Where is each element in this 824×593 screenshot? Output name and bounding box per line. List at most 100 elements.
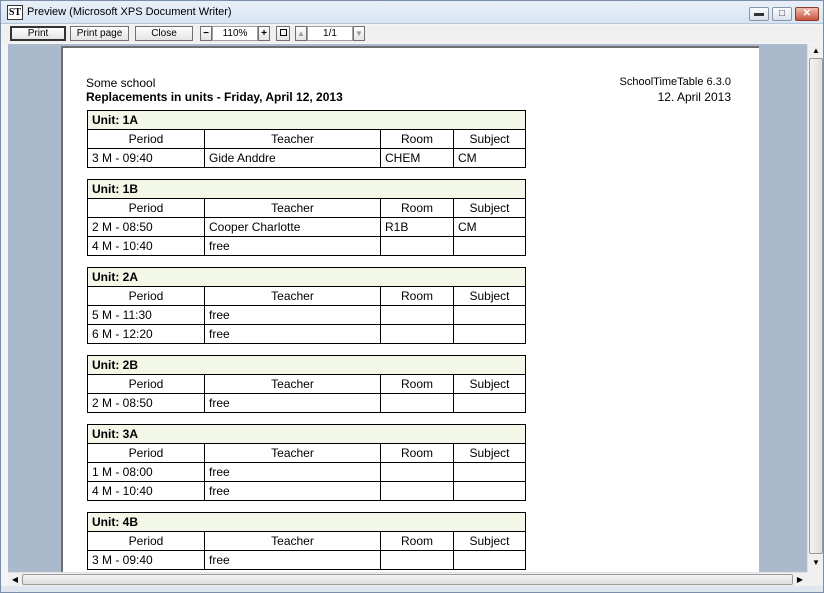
table-row: 3 M - 09:40 free	[87, 550, 526, 570]
close-button[interactable]: Close	[135, 26, 193, 41]
teacher-cell: free	[204, 324, 381, 344]
report-title: Replacements in units - Friday, April 12…	[86, 90, 343, 104]
room-header: Room	[380, 129, 454, 149]
zoom-in-button[interactable]: +	[258, 26, 270, 41]
scroll-up-button[interactable]: ▲	[808, 44, 824, 58]
room-cell	[380, 481, 454, 501]
period-cell: 2 M - 08:50	[87, 393, 205, 413]
fit-page-icon	[279, 29, 287, 36]
room-header: Room	[380, 286, 454, 306]
table-row: 2 M - 08:50 Cooper Charlotte R1B CM	[87, 217, 526, 237]
room-cell	[380, 236, 454, 256]
header-row: Period Teacher Room Subject	[87, 198, 526, 218]
scroll-down-icon: ▼	[812, 558, 820, 567]
size-grip	[807, 572, 823, 586]
page-number-field[interactable]: 1/1	[307, 26, 353, 41]
school-name: Some school	[86, 76, 156, 90]
teacher-cell: free	[204, 305, 381, 325]
teacher-header: Teacher	[204, 198, 381, 218]
room-header: Room	[380, 374, 454, 394]
maximize-button[interactable]: □	[772, 7, 792, 21]
header-row: Period Teacher Room Subject	[87, 443, 526, 463]
unit-table: Unit: 3A Period Teacher Room Subject 1 M…	[87, 424, 526, 501]
unit-title: Unit: 4B	[87, 512, 526, 532]
room-cell: R1B	[380, 217, 454, 237]
teacher-cell: Gide Anddre	[204, 148, 381, 168]
unit-table: Unit: 4B Period Teacher Room Subject 3 M…	[87, 512, 526, 570]
header-row: Period Teacher Room Subject	[87, 286, 526, 306]
report-date: 12. April 2013	[657, 90, 731, 104]
scroll-down-button[interactable]: ▼	[808, 556, 824, 570]
minimize-button[interactable]: ▬	[749, 7, 769, 21]
table-row: 5 M - 11:30 free	[87, 305, 526, 325]
next-page-icon: ▼	[355, 29, 363, 38]
period-header: Period	[87, 531, 205, 551]
print-button[interactable]: Print	[10, 26, 66, 41]
table-row: 1 M - 08:00 free	[87, 462, 526, 482]
subject-cell	[453, 393, 526, 413]
scroll-left-icon: ◀	[11, 575, 19, 584]
unit-title: Unit: 1B	[87, 179, 526, 199]
teacher-header: Teacher	[204, 443, 381, 463]
subject-cell: CM	[453, 148, 526, 168]
unit-title: Unit: 3A	[87, 424, 526, 444]
period-header: Period	[87, 198, 205, 218]
horizontal-scroll-thumb[interactable]	[22, 574, 793, 585]
vertical-scroll-thumb[interactable]	[809, 58, 823, 554]
table-row: 4 M - 10:40 free	[87, 236, 526, 256]
teacher-cell: free	[204, 462, 381, 482]
table-row: 3 M - 09:40 Gide Anddre CHEM CM	[87, 148, 526, 168]
scroll-left-button[interactable]: ◀	[8, 573, 22, 586]
previous-page-button[interactable]: ▲	[295, 26, 307, 41]
teacher-cell: free	[204, 481, 381, 501]
unit-table: Unit: 2A Period Teacher Room Subject 5 M…	[87, 267, 526, 344]
fit-page-button[interactable]	[276, 26, 290, 41]
room-cell: CHEM	[380, 148, 454, 168]
scroll-right-button[interactable]: ▶	[793, 573, 807, 586]
teacher-header: Teacher	[204, 129, 381, 149]
subject-cell	[453, 305, 526, 325]
minimize-icon: ▬	[754, 8, 764, 19]
room-header: Room	[380, 198, 454, 218]
horizontal-scrollbar[interactable]: ◀ ▶	[8, 572, 807, 586]
subject-header: Subject	[453, 286, 526, 306]
title-bar[interactable]: ST Preview (Microsoft XPS Document Write…	[1, 1, 823, 24]
preview-viewport[interactable]: Some school Replacements in units - Frid…	[8, 44, 807, 572]
header-row: Period Teacher Room Subject	[87, 129, 526, 149]
teacher-cell: free	[204, 236, 381, 256]
scroll-up-icon: ▲	[812, 46, 820, 55]
room-header: Room	[380, 531, 454, 551]
room-cell	[380, 462, 454, 482]
next-page-button[interactable]: ▼	[353, 26, 365, 41]
subject-cell	[453, 550, 526, 570]
vertical-scrollbar[interactable]: ▲ ▼	[807, 44, 823, 572]
zoom-out-button[interactable]: −	[200, 26, 212, 41]
unit-table: Unit: 2B Period Teacher Room Subject 2 M…	[87, 355, 526, 413]
room-header: Room	[380, 443, 454, 463]
subject-cell	[453, 462, 526, 482]
period-cell: 1 M - 08:00	[87, 462, 205, 482]
previous-page-icon: ▲	[297, 29, 305, 38]
zoom-field[interactable]: 110%	[212, 26, 258, 41]
period-cell: 6 M - 12:20	[87, 324, 205, 344]
period-cell: 4 M - 10:40	[87, 481, 205, 501]
subject-cell: CM	[453, 217, 526, 237]
scroll-right-icon: ▶	[796, 575, 804, 584]
teacher-header: Teacher	[204, 374, 381, 394]
subject-cell	[453, 481, 526, 501]
subject-header: Subject	[453, 129, 526, 149]
print-page-button[interactable]: Print page	[70, 26, 129, 41]
window-bottom-border	[1, 586, 823, 592]
window-title: Preview (Microsoft XPS Document Writer)	[27, 6, 232, 18]
period-header: Period	[87, 374, 205, 394]
header-row: Period Teacher Room Subject	[87, 531, 526, 551]
period-cell: 5 M - 11:30	[87, 305, 205, 325]
table-row: 2 M - 08:50 free	[87, 393, 526, 413]
period-header: Period	[87, 129, 205, 149]
close-window-button[interactable]: ✕	[795, 7, 819, 21]
teacher-cell: free	[204, 393, 381, 413]
room-cell	[380, 393, 454, 413]
app-icon: ST	[7, 5, 23, 20]
teacher-cell: free	[204, 550, 381, 570]
unit-table: Unit: 1A Period Teacher Room Subject 3 M…	[87, 110, 526, 168]
